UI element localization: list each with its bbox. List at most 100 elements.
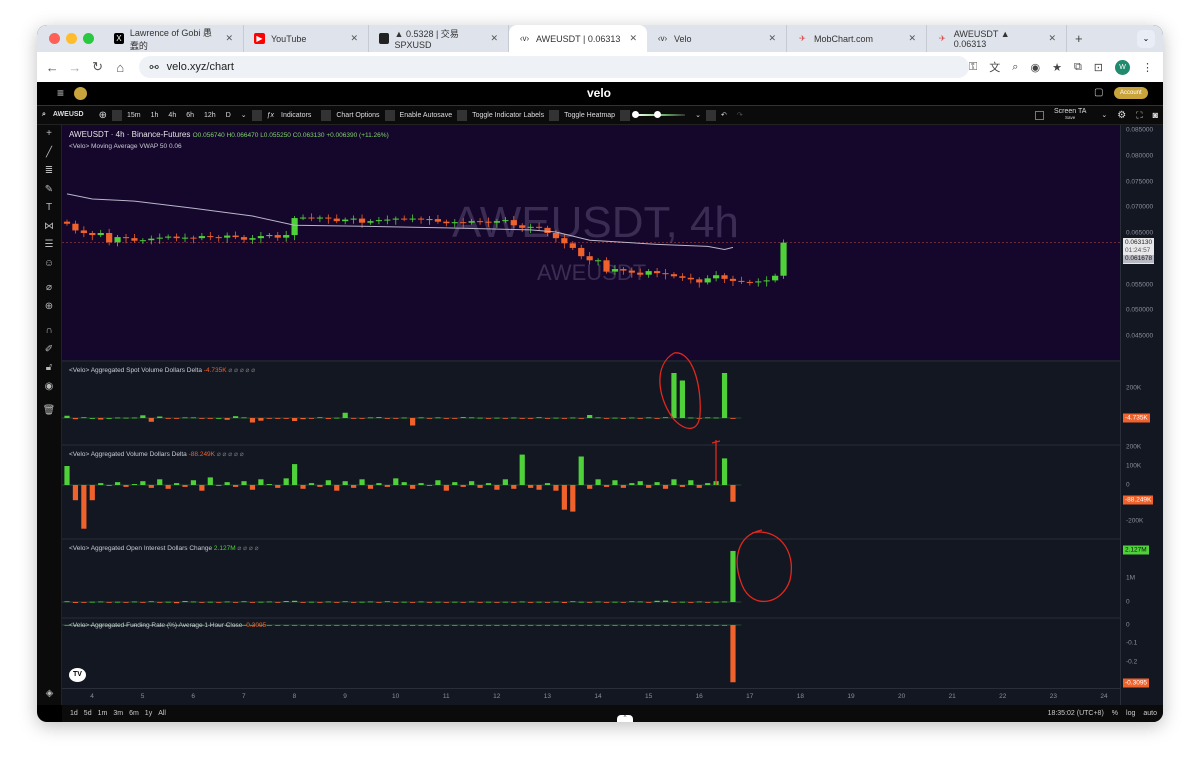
emoji-icon[interactable]: ☺ [37, 255, 61, 274]
close-window-button[interactable] [49, 33, 60, 44]
layers-icon[interactable]: ◈ [37, 685, 62, 704]
brush-icon[interactable]: ✎ [37, 181, 61, 200]
extensions-icon[interactable]: ⧉ [1074, 61, 1082, 74]
lock-drawing-icon[interactable]: ✐ [37, 341, 61, 360]
pane-label-volume-delta[interactable]: <Velo> Aggregated Volume Dollars Delta -… [69, 450, 244, 458]
interval-12h[interactable]: 12h [199, 112, 221, 119]
crosshair-icon[interactable]: + [37, 125, 61, 144]
close-tab-icon[interactable]: ✕ [908, 33, 916, 44]
range-6m[interactable]: 6m [123, 710, 139, 717]
pane-label-funding[interactable]: <Velo> Aggregated Funding Rate (%) Avera… [69, 622, 266, 629]
forward-icon[interactable]: → [64, 60, 87, 75]
range-5d[interactable]: 5d [78, 710, 92, 717]
close-tab-icon[interactable]: ✕ [350, 33, 358, 44]
dropdown-chevron-icon[interactable]: ⌄ [690, 111, 706, 119]
screenshot-icon[interactable]: ⊡ [1094, 61, 1103, 74]
symbol-search[interactable]: ⌕ AWEUSD [37, 111, 94, 119]
expand-panel-icon[interactable]: ^ [617, 715, 633, 722]
menu-kebab-icon[interactable]: ⋮ [1142, 61, 1153, 74]
ruler-lines-icon[interactable]: ☰ [37, 236, 61, 255]
url-input[interactable]: ⚯ velo.xyz/chart [139, 56, 969, 78]
interval-6h[interactable]: 6h [181, 112, 199, 119]
password-key-icon[interactable]: ⚿ [969, 61, 977, 74]
pane-label-oi-change[interactable]: <Velo> Aggregated Open Interest Dollars … [69, 544, 259, 552]
interval-15m[interactable]: 15m [122, 112, 146, 119]
magnet-icon[interactable]: ∩ [37, 322, 61, 341]
range-1d[interactable]: 1d [62, 710, 78, 717]
percent-toggle[interactable]: % [1104, 710, 1118, 717]
trash-icon[interactable]: 🗑︎ [37, 402, 61, 421]
undo-icon[interactable]: ↶ [716, 111, 732, 119]
chart-area[interactable]: AWEUSDT, 4h AWEUSDT AWEUSDT · 4h · Binan… [62, 125, 1120, 705]
heatmap-slider[interactable] [630, 111, 690, 119]
range-all[interactable]: All [152, 710, 166, 717]
close-tab-icon[interactable]: ✕ [225, 33, 233, 44]
pane-label-spot-delta[interactable]: <Velo> Aggregated Spot Volume Dollars De… [69, 366, 255, 374]
measure-icon[interactable]: ⌀ [37, 279, 61, 298]
chat-icon[interactable]: ▢ [1094, 87, 1103, 98]
close-tab-icon[interactable]: ✕ [768, 33, 776, 44]
tab-search-chevron-icon[interactable]: ⌄ [1137, 29, 1155, 48]
site-settings-icon[interactable]: ⚯ [149, 61, 158, 74]
compare-add-icon[interactable]: ⊕ [94, 110, 112, 121]
browser-tab-active[interactable]: ‹v› AWEUSDT | 0.06313 ✕ [509, 25, 647, 52]
bookmark-star-icon[interactable]: ★ [1052, 61, 1062, 74]
home-icon[interactable]: ⌂ [109, 60, 132, 75]
range-1m[interactable]: 1m [92, 710, 108, 717]
chart-canvas[interactable]: AWEUSDT, 4h AWEUSDT [62, 125, 1120, 705]
close-tab-icon[interactable]: ✕ [629, 33, 637, 44]
close-tab-icon[interactable]: ✕ [1048, 33, 1056, 44]
redo-icon[interactable]: ↷ [732, 111, 748, 119]
screen-ta-button[interactable]: Screen TA Save [1044, 108, 1096, 121]
zoom-in-icon[interactable]: ⊕ [37, 298, 61, 317]
reload-icon[interactable]: ↻ [86, 59, 109, 75]
hide-eye-icon[interactable]: ◉ [37, 378, 61, 397]
pattern-icon[interactable]: ⋈ [37, 218, 61, 237]
screen-ta-dropdown-icon[interactable]: ⌄ [1096, 111, 1112, 119]
toggle-heatmap-button[interactable]: Toggle Heatmap [559, 112, 620, 119]
log-toggle[interactable]: log [1118, 710, 1135, 717]
indicators-button[interactable]: ƒx Indicators [262, 112, 322, 119]
browser-tab[interactable]: ▲ 0.5328 | 交易 SPXUSD ✕ [369, 25, 509, 52]
browser-tab[interactable]: X Lawrence of Gobi 愚蠢的 ✕ [104, 25, 244, 52]
hamburger-menu-icon[interactable]: ≡ [57, 86, 64, 100]
enable-autosave-button[interactable]: Enable Autosave [395, 112, 458, 119]
profile-avatar[interactable]: W [1115, 59, 1131, 75]
zoom-icon[interactable]: ⌕ [1012, 61, 1018, 74]
interval-d[interactable]: D [221, 112, 236, 119]
new-tab-button[interactable]: + [1067, 31, 1083, 46]
settings-gear-icon[interactable]: ⚙ [1112, 110, 1131, 121]
interval-4h[interactable]: 4h [163, 112, 181, 119]
range-1y[interactable]: 1y [139, 710, 152, 717]
fullscreen-icon[interactable]: ⛶ [1131, 110, 1147, 121]
ma-label[interactable]: <Velo> Moving Average VWAP 50 0.06 [69, 143, 182, 150]
account-button[interactable]: Account [1114, 87, 1148, 99]
trend-line-icon[interactable]: ╱ [37, 144, 61, 163]
toggle-indicator-labels-button[interactable]: Toggle Indicator Labels [467, 112, 549, 119]
screen-ta-checkbox[interactable] [1034, 110, 1044, 120]
text-icon[interactable]: T [37, 199, 61, 218]
lock-icon[interactable]: 🔓︎ [37, 359, 61, 378]
time-axis[interactable]: 4 5 6 7 8 9 10 11 12 13 14 15 16 17 18 19 20 21 22 23 24 [62, 688, 1120, 705]
price-axis[interactable]: 0.085000 0.080000 0.075000 0.070000 0.065000… [1120, 125, 1163, 705]
browser-tab[interactable]: ‹v› Velo ✕ [647, 25, 787, 52]
translate-icon[interactable]: 文 [989, 59, 1000, 75]
tradingview-logo[interactable]: TV [69, 668, 86, 682]
close-tab-icon[interactable]: ✕ [490, 33, 498, 44]
camera-snapshot-icon[interactable]: ◙ [1148, 110, 1163, 120]
velo-logo[interactable]: velo [587, 86, 611, 100]
user-avatar[interactable] [74, 87, 87, 100]
browser-tab[interactable]: ✈ AWEUSDT ▲ 0.06313 ✕ [927, 25, 1067, 52]
fib-lines-icon[interactable]: ≣ [37, 162, 61, 181]
browser-tab[interactable]: ▶ YouTube ✕ [244, 25, 369, 52]
back-icon[interactable]: ← [41, 60, 64, 75]
auto-toggle[interactable]: auto [1135, 710, 1163, 717]
eye-icon[interactable]: ◉ [1030, 61, 1040, 74]
interval-dropdown-icon[interactable]: ⌄ [236, 111, 252, 119]
range-3m[interactable]: 3m [107, 710, 123, 717]
interval-1h[interactable]: 1h [146, 112, 164, 119]
minimize-window-button[interactable] [66, 33, 77, 44]
chart-options-button[interactable]: Chart Options [331, 112, 384, 119]
browser-tab[interactable]: ✈ MobChart.com ✕ [787, 25, 927, 52]
maximize-window-button[interactable] [83, 33, 94, 44]
